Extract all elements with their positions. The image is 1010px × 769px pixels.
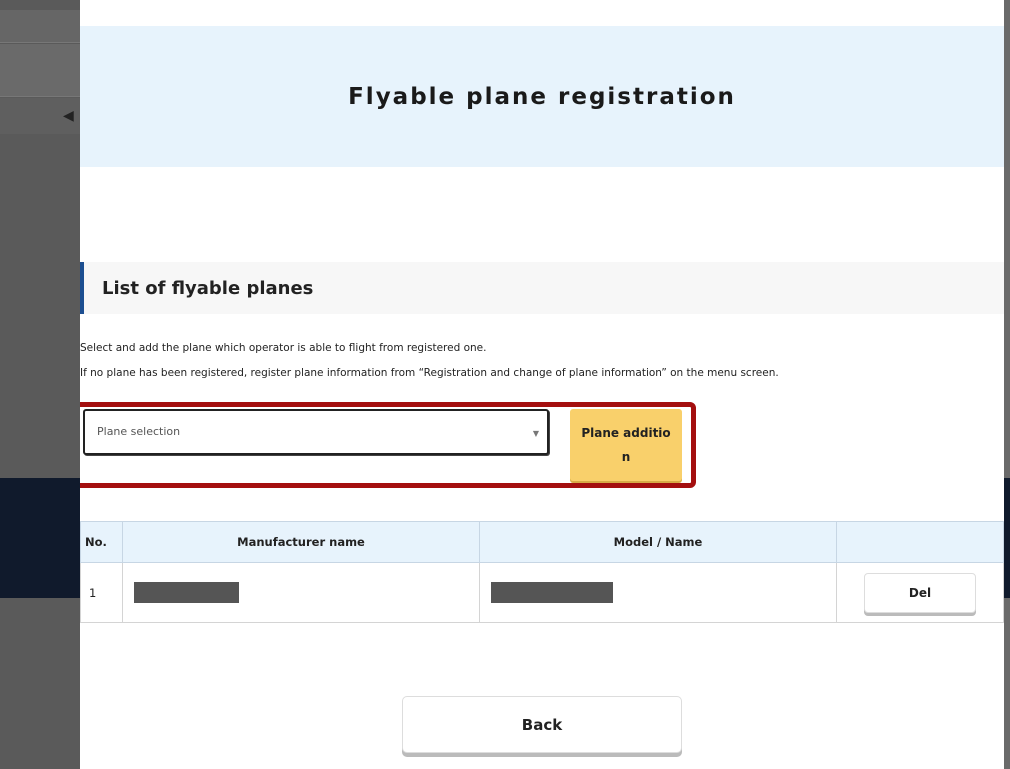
- background-dark-band: [1004, 478, 1010, 598]
- background-right-strip: [1004, 0, 1010, 769]
- section-description: If no plane has been registered, registe…: [80, 367, 779, 379]
- plane-select[interactable]: Plane selection ▼: [83, 409, 549, 455]
- column-header-no: No.: [80, 521, 123, 563]
- background-block: [0, 44, 80, 97]
- modal-title: Flyable plane registration: [348, 83, 736, 110]
- column-header-model: Model / Name: [479, 521, 837, 563]
- plane-registration-modal: Flyable plane registration List of flyab…: [80, 0, 1004, 769]
- manufacturer-cell: [122, 562, 480, 623]
- table-header-row: No. Manufacturer name Model / Name: [80, 521, 1004, 563]
- chevron-down-icon: ▼: [532, 429, 539, 438]
- row-number: 1: [80, 562, 123, 623]
- section-description: Select and add the plane which operator …: [80, 342, 487, 354]
- chevron-left-icon: ◀: [63, 108, 74, 124]
- column-header-action: [836, 521, 1004, 563]
- action-cell: Del: [836, 562, 1004, 623]
- back-button[interactable]: Back: [402, 696, 682, 753]
- background-block: [0, 10, 80, 43]
- delete-button[interactable]: Del: [864, 572, 976, 613]
- modal-header: Flyable plane registration: [80, 26, 1004, 167]
- model-cell: [479, 562, 837, 623]
- planes-table: No. Manufacturer name Model / Name 1 Del: [80, 521, 1004, 623]
- redacted-text: [134, 582, 239, 603]
- background-dark-band: [0, 478, 80, 598]
- table-row: 1 Del: [80, 562, 1004, 623]
- plane-addition-button[interactable]: Plane addition: [570, 409, 682, 481]
- section-title: List of flyable planes: [102, 277, 314, 299]
- background-left-strip: ◀: [0, 0, 80, 769]
- section-header: List of flyable planes: [80, 262, 1004, 314]
- plane-select-placeholder: Plane selection: [97, 425, 181, 438]
- column-header-manufacturer: Manufacturer name: [122, 521, 480, 563]
- redacted-text: [491, 582, 613, 603]
